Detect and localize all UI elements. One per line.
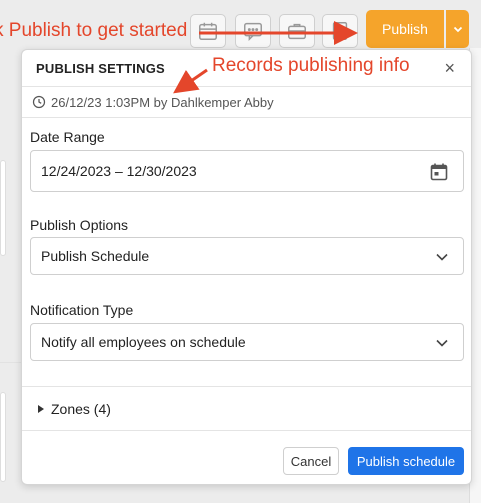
date-range-value: 12/24/2023 – 12/30/2023: [41, 163, 197, 179]
publish-options-label: Publish Options: [30, 217, 129, 233]
zones-toggle[interactable]: Zones (4): [22, 386, 471, 430]
publish-info-row: 26/12/23 1:03PM by Dahlkemper Abby: [22, 86, 471, 118]
publish-dropdown-toggle[interactable]: [446, 10, 469, 48]
publish-info-text: 26/12/23 1:03PM by Dahlkemper Abby: [51, 94, 274, 110]
annotation-publish-hint: k Publish to get started: [0, 20, 188, 41]
annotation-records-hint: Records publishing info: [212, 55, 410, 76]
publish-options-value: Publish Schedule: [41, 248, 150, 264]
background-divider: [0, 362, 21, 363]
caret-right-icon: [38, 404, 44, 413]
background-card-left: [0, 160, 6, 256]
toolbar-page-button[interactable]: [322, 14, 358, 48]
calendar-icon[interactable]: [429, 162, 449, 182]
chevron-down-icon: [436, 339, 448, 347]
page-icon: [332, 22, 348, 40]
cancel-button[interactable]: Cancel: [283, 447, 339, 475]
background-card-left-2: [0, 392, 6, 482]
chevron-down-icon: [453, 26, 462, 33]
dialog-title: PUBLISH SETTINGS: [36, 60, 165, 76]
clock-icon: [32, 95, 46, 109]
notification-type-select[interactable]: Notify all employees on schedule: [30, 323, 464, 361]
toolbar-calendar-button[interactable]: [190, 14, 226, 48]
close-icon[interactable]: ×: [444, 59, 455, 77]
publish-options-select[interactable]: Publish Schedule: [30, 237, 464, 275]
publish-button[interactable]: Publish: [366, 10, 444, 48]
publish-settings-dialog: PUBLISH SETTINGS × 26/12/23 1:03PM by Da…: [21, 49, 472, 485]
zones-label: Zones (4): [51, 400, 111, 417]
briefcase-icon: [288, 23, 306, 40]
notification-type-value: Notify all employees on schedule: [41, 334, 246, 350]
notification-type-label: Notification Type: [30, 302, 134, 318]
calendar-icon: [199, 22, 217, 40]
date-range-input[interactable]: 12/24/2023 – 12/30/2023: [30, 150, 464, 192]
chat-icon: [244, 22, 262, 42]
date-range-label: Date Range: [30, 129, 105, 145]
publish-schedule-button[interactable]: Publish schedule: [348, 447, 464, 475]
toolbar-briefcase-button[interactable]: [279, 14, 315, 48]
chevron-down-icon: [436, 253, 448, 261]
toolbar-chat-button[interactable]: [235, 14, 271, 48]
dialog-footer: Cancel Publish schedule: [22, 430, 471, 485]
